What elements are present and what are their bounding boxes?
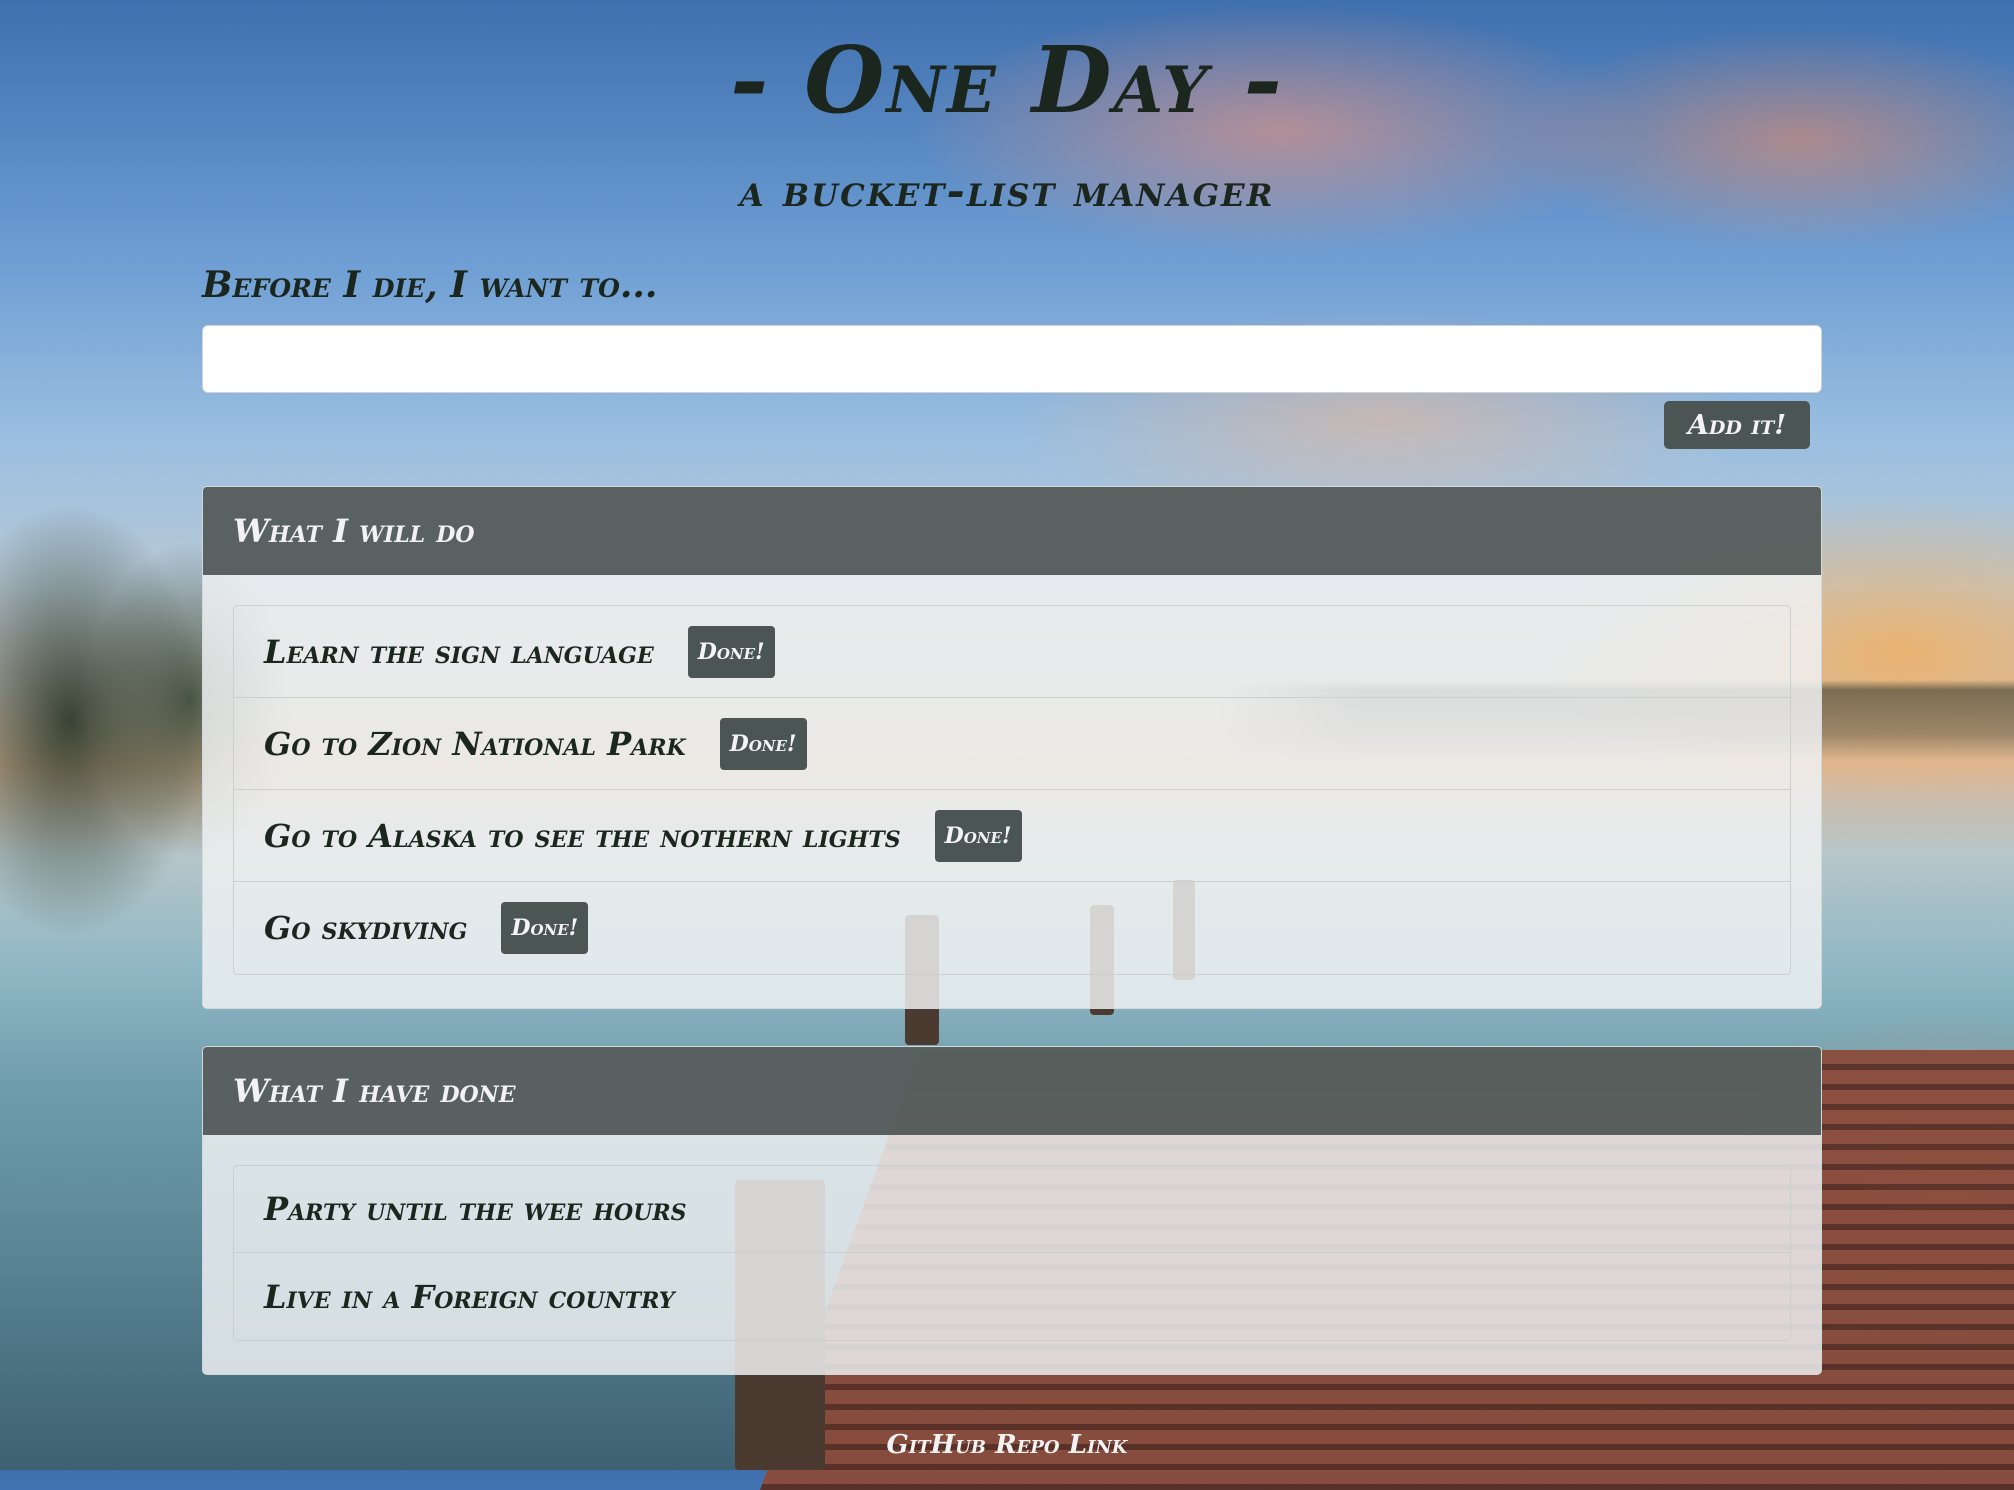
todo-list-item: Go skydiving Done! xyxy=(234,882,1790,974)
site-title: - One Day - xyxy=(730,26,1284,134)
mark-done-button[interactable]: Done! xyxy=(719,717,807,770)
todo-list-item: Learn the sign language Done! xyxy=(234,606,1790,698)
done-panel-heading: What I have done xyxy=(203,1047,1821,1135)
todo-panel-body: Learn the sign language Done! Go to Zion… xyxy=(203,575,1821,1005)
mark-done-button[interactable]: Done! xyxy=(501,902,589,954)
done-panel: What I have done Party until the wee hou… xyxy=(202,1046,1822,1375)
add-goal-button[interactable]: Add it! xyxy=(1664,401,1810,449)
todo-item-text: Go to Zion National Park xyxy=(264,724,686,763)
done-item-text: Party until the wee hours xyxy=(264,1190,687,1228)
todo-panel: What I will do Learn the sign language D… xyxy=(202,486,1822,1009)
todo-list: Learn the sign language Done! Go to Zion… xyxy=(233,605,1791,975)
todo-list-item: Go to Zion National Park Done! xyxy=(234,698,1790,790)
site-subtitle: a bucket-list manager xyxy=(739,166,1275,217)
done-list-item: Party until the wee hours xyxy=(234,1166,1790,1253)
todo-item-text: Go to Alaska to see the nothern lights xyxy=(264,816,901,855)
goal-input-label: Before I die, I want to... xyxy=(202,264,658,306)
footer: GitHub Repo Link xyxy=(0,1430,2014,1460)
todo-item-text: Go skydiving xyxy=(264,909,468,947)
done-item-text: Live in a Foreign country xyxy=(264,1277,675,1316)
done-panel-body: Party until the wee hours Live in a Fore… xyxy=(203,1135,1821,1371)
todo-list-item: Go to Alaska to see the nothern lights D… xyxy=(234,790,1790,882)
done-list: Party until the wee hours Live in a Fore… xyxy=(233,1165,1791,1341)
mark-done-button[interactable]: Done! xyxy=(934,809,1022,862)
goal-input[interactable] xyxy=(202,325,1822,393)
todo-panel-heading: What I will do xyxy=(203,487,1821,575)
done-list-item: Live in a Foreign country xyxy=(234,1253,1790,1340)
todo-item-text: Learn the sign language xyxy=(264,632,654,671)
github-repo-link[interactable]: GitHub Repo Link xyxy=(887,1430,1128,1460)
mark-done-button[interactable]: Done! xyxy=(687,625,775,678)
bucket-list-page: - One Day - a bucket-list manager Before… xyxy=(0,0,2014,1470)
